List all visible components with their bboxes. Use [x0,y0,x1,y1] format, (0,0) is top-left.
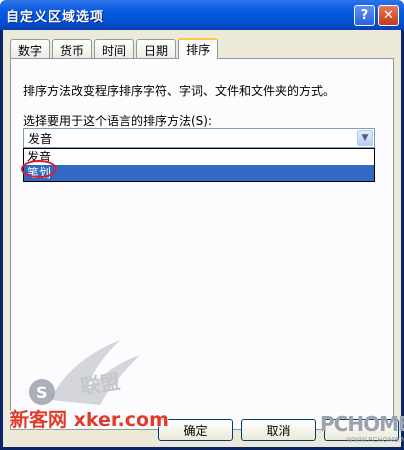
sort-method-dropdown-list: 发音 笔划 [23,148,375,182]
dropdown-option-pronunciation[interactable]: 发音 [24,149,374,165]
chevron-down-icon[interactable]: ▼ [357,130,373,146]
sort-method-label: 选择要用于这个语言的排序方法(S): [23,114,213,128]
title-bar[interactable]: 自定义区域选项 ? ✕ [0,0,404,30]
watermark-xker-brand: 新客网 xker.com [10,409,169,431]
tab-sorting[interactable]: 排序 [178,38,219,59]
tab-numbers[interactable]: 数字 [10,39,51,58]
dialog-client-area: 数字 货币 时间 日期 排序 排序方法改变程序排序字符、字词、文件和文件夹的方式… [3,30,401,447]
help-button[interactable]: ? [354,4,375,26]
tab-strip: 数字 货币 时间 日期 排序 [10,37,220,59]
ok-button[interactable]: 确定 [158,419,233,441]
sort-method-select[interactable]: 发音 ▼ [23,128,375,148]
dropdown-option-stroke[interactable]: 笔划 [24,165,374,181]
watermark-union-text: 联盟 [78,369,122,399]
dialog-window: 自定义区域选项 ? ✕ 数字 货币 时间 日期 排序 排序方法改变程序排序字符、… [0,0,404,450]
annotation-circle [21,160,57,178]
tab-time[interactable]: 时间 [94,39,135,58]
sort-method-value: 发音 [28,131,53,146]
window-title: 自定义区域选项 [6,9,105,25]
sort-description: 排序方法改变程序排序字符、字词、文件和文件夹的方式。 [23,84,336,98]
apply-button[interactable] [324,419,399,441]
cancel-button[interactable]: 取消 [241,419,316,441]
tab-currency[interactable]: 货币 [52,39,93,58]
tab-date[interactable]: 日期 [136,39,177,58]
close-button[interactable]: ✕ [378,4,399,26]
